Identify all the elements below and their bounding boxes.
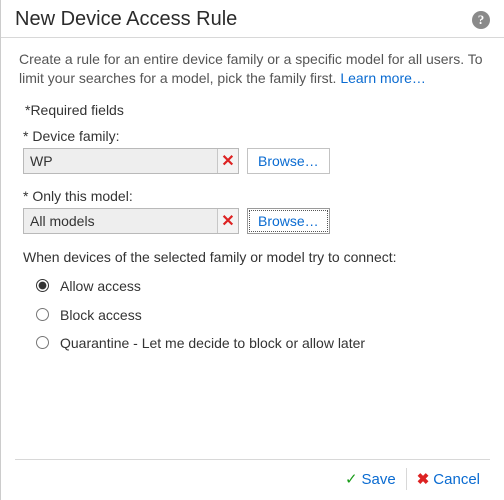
browse-device-family-button[interactable]: Browse… <box>247 148 330 174</box>
only-model-group: * Only this model: ✕ Browse… <box>23 188 486 234</box>
quarantine-label[interactable]: Quarantine - Let me decide to block or a… <box>60 334 365 353</box>
browse-only-model-button[interactable]: Browse… <box>247 208 330 234</box>
dialog-header: New Device Access Rule ? <box>1 0 504 38</box>
quarantine-radio[interactable] <box>36 336 49 349</box>
dialog-title: New Device Access Rule <box>15 8 237 31</box>
block-access-label[interactable]: Block access <box>60 306 142 325</box>
save-button[interactable]: ✓ Save <box>335 468 407 490</box>
help-icon[interactable]: ? <box>472 11 490 29</box>
dialog-footer: ✓ Save ✖ Cancel <box>15 459 490 490</box>
device-family-input[interactable] <box>24 149 217 173</box>
check-icon: ✓ <box>345 470 358 488</box>
block-access-radio[interactable] <box>36 308 49 321</box>
clear-device-family-icon[interactable]: ✕ <box>217 149 238 173</box>
access-radio-group: Allow access Block access Quarantine - L… <box>31 277 486 354</box>
dialog-body: Create a rule for an entire device famil… <box>1 38 504 353</box>
device-family-group: * Device family: ✕ Browse… <box>23 128 486 174</box>
required-fields-label: *Required fields <box>25 102 486 118</box>
learn-more-link[interactable]: Learn more… <box>340 70 426 86</box>
cross-icon: ✖ <box>417 470 430 488</box>
save-button-label: Save <box>362 471 396 488</box>
allow-access-label[interactable]: Allow access <box>60 277 141 296</box>
cancel-button-label: Cancel <box>433 471 480 488</box>
device-family-input-wrap: ✕ <box>23 148 239 174</box>
clear-only-model-icon[interactable]: ✕ <box>217 209 238 233</box>
when-connect-label: When devices of the selected family or m… <box>23 248 443 267</box>
only-model-input[interactable] <box>24 209 217 233</box>
cancel-button[interactable]: ✖ Cancel <box>407 468 490 490</box>
allow-access-radio[interactable] <box>36 279 49 292</box>
device-family-label: * Device family: <box>23 128 486 144</box>
intro-text: Create a rule for an entire device famil… <box>19 50 486 88</box>
only-model-label: * Only this model: <box>23 188 486 204</box>
only-model-input-wrap: ✕ <box>23 208 239 234</box>
